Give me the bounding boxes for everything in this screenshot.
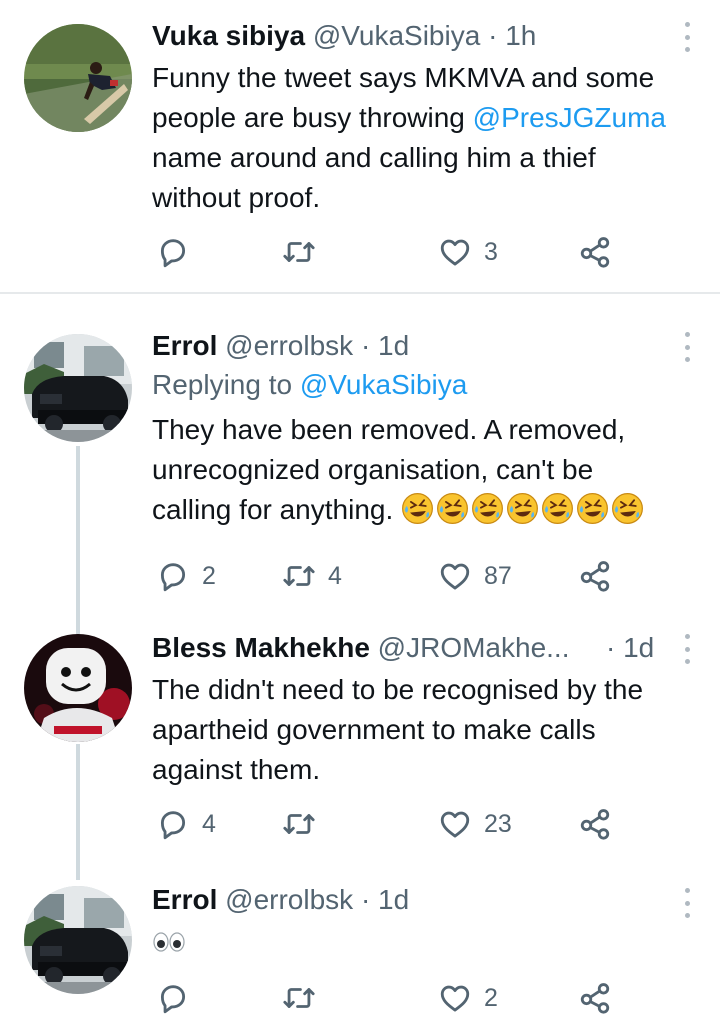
tweet-actions: 3 [152, 232, 632, 272]
avatar[interactable] [24, 634, 132, 742]
like-button[interactable]: 87 [438, 556, 512, 596]
reply-button[interactable]: 2 [156, 556, 216, 596]
tweet-errol-eyes[interactable]: Errol @errolbsk · 1d 2 [0, 876, 720, 1036]
user-handle[interactable]: @JROMakhe... [378, 632, 570, 663]
share-icon [578, 235, 612, 269]
separator-dot: · [360, 330, 371, 361]
rolling-on-floor-laughing-emoji-icon [541, 492, 574, 525]
laughing-emoji-group [401, 494, 646, 525]
replying-to-link[interactable]: @VukaSibiya [300, 369, 467, 400]
tweet-actions: 2 4 87 [152, 556, 632, 596]
like-count: 3 [484, 237, 498, 266]
separator-dot: · [606, 632, 616, 663]
retweet-icon [282, 235, 316, 269]
replying-label: Replying to [152, 369, 293, 400]
like-count: 87 [484, 561, 512, 590]
retweet-icon [282, 807, 316, 841]
retweet-button[interactable]: 4 [282, 556, 342, 596]
reply-count: 2 [202, 561, 216, 590]
more-options-icon[interactable] [682, 22, 692, 52]
tweet-text [152, 924, 680, 964]
tweet-bless-makhekhe[interactable]: Bless Makhekhe @JROMakhe... · 1d The did… [0, 614, 720, 876]
retweet-button[interactable] [282, 232, 328, 272]
reply-button[interactable]: 4 [156, 804, 216, 844]
tweet-vuka-sibiya[interactable]: Vuka sibiya @VukaSibiya · 1h Funny the t… [0, 0, 720, 292]
display-name[interactable]: Errol [152, 330, 217, 361]
tweet-text: The didn't need to be recognised by the … [152, 674, 644, 785]
reply-icon [156, 981, 190, 1015]
retweet-icon [282, 559, 316, 593]
like-count: 2 [484, 983, 498, 1012]
eyes-emoji-icon [153, 932, 185, 952]
share-button[interactable] [578, 978, 612, 1018]
share-button[interactable] [578, 232, 612, 272]
reply-button[interactable] [156, 232, 202, 272]
timestamp[interactable]: 1h [505, 20, 536, 51]
rolling-on-floor-laughing-emoji-icon [436, 492, 469, 525]
tweet-header: Bless Makhekhe @JROMakhe... · 1d [152, 630, 680, 666]
tweet-header: Errol @errolbsk · 1d [152, 882, 680, 918]
reply-count: 4 [202, 809, 216, 838]
display-name[interactable]: Bless Makhekhe [152, 632, 370, 663]
timestamp[interactable]: 1d [378, 330, 409, 361]
rolling-on-floor-laughing-emoji-icon [471, 492, 504, 525]
avatar[interactable] [24, 334, 132, 442]
tweet-text-part: name around and calling him a thief with… [152, 142, 596, 213]
heart-icon [438, 807, 472, 841]
tweet-text: They have been removed. A removed, unrec… [152, 410, 680, 530]
rolling-on-floor-laughing-emoji-icon [401, 492, 434, 525]
reply-icon [156, 559, 190, 593]
like-button[interactable]: 2 [438, 978, 498, 1018]
avatar[interactable] [24, 24, 132, 132]
display-name[interactable]: Vuka sibiya [152, 20, 305, 51]
share-button[interactable] [578, 556, 612, 596]
rolling-on-floor-laughing-emoji-icon [506, 492, 539, 525]
retweet-button[interactable] [282, 978, 328, 1018]
tweet-errol-reply[interactable]: Errol @errolbsk · 1d Replying to @VukaSi… [0, 294, 720, 614]
separator-dot: · [360, 884, 371, 915]
more-options-icon[interactable] [682, 888, 692, 918]
rolling-on-floor-laughing-emoji-icon [576, 492, 609, 525]
display-name[interactable]: Errol [152, 884, 217, 915]
tweet-actions: 4 23 [152, 804, 632, 844]
rolling-on-floor-laughing-emoji-icon [611, 492, 644, 525]
heart-icon [438, 981, 472, 1015]
reply-icon [156, 807, 190, 841]
timestamp[interactable]: 1d [623, 632, 654, 663]
like-count: 23 [484, 809, 512, 838]
share-icon [578, 807, 612, 841]
avatar[interactable] [24, 886, 132, 994]
share-icon [578, 981, 612, 1015]
more-options-icon[interactable] [682, 332, 692, 362]
user-handle[interactable]: @errolbsk [225, 884, 353, 915]
retweet-button[interactable] [282, 804, 328, 844]
heart-icon [438, 559, 472, 593]
retweet-count: 4 [328, 561, 342, 590]
tweet-actions: 2 [152, 978, 632, 1018]
timestamp[interactable]: 1d [378, 884, 409, 915]
retweet-icon [282, 981, 316, 1015]
like-button[interactable]: 3 [438, 232, 498, 272]
reply-icon [156, 235, 190, 269]
tweet-header: Vuka sibiya @VukaSibiya · 1h [152, 18, 680, 54]
mention-link[interactable]: @PresJGZuma [473, 102, 666, 133]
like-button[interactable]: 23 [438, 804, 512, 844]
separator-dot: · [488, 20, 498, 51]
share-icon [578, 559, 612, 593]
more-options-icon[interactable] [682, 634, 692, 664]
tweet-text: Funny the tweet says MKMVA and some peop… [152, 58, 680, 218]
user-handle[interactable]: @VukaSibiya [313, 20, 480, 51]
reply-button[interactable] [156, 978, 202, 1018]
user-handle[interactable]: @errolbsk [225, 330, 353, 361]
tweet-header: Errol @errolbsk · 1d [152, 328, 680, 364]
heart-icon [438, 235, 472, 269]
replying-to: Replying to @VukaSibiya [152, 366, 680, 404]
share-button[interactable] [578, 804, 612, 844]
